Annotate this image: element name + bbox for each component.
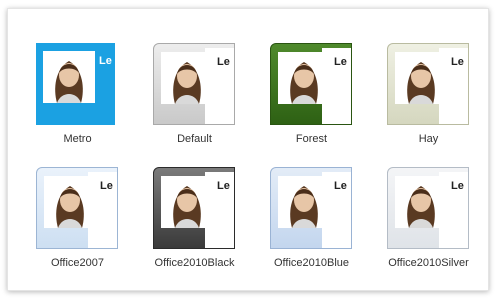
profile-photo <box>161 176 213 228</box>
skin-label: Metro <box>63 133 92 145</box>
skin-preview: Le <box>36 43 118 125</box>
skin-label: Default <box>177 133 212 145</box>
profile-name-text: Le <box>100 180 113 192</box>
skin-metro[interactable]: Le Metro <box>30 33 147 157</box>
profile-name-text: Le <box>451 56 464 68</box>
skin-office2007[interactable]: Le Office2007 <box>30 157 147 281</box>
skin-preview: Le <box>36 167 118 249</box>
skin-label: Hay <box>418 133 439 145</box>
profile-photo <box>278 176 330 228</box>
skin-preview: Le <box>387 167 469 249</box>
profile-photo <box>43 51 95 103</box>
profile-name-text: Le <box>451 180 464 192</box>
profile-photo <box>395 52 447 104</box>
profile-name-text: Le <box>334 56 347 68</box>
profile-photo <box>278 52 330 104</box>
skins-panel: Le Metro Le Default Le Forest Le Hay Le … <box>7 8 489 291</box>
profile-name-text: Le <box>217 180 230 192</box>
skin-preview: Le <box>153 167 235 249</box>
skin-label: Forest <box>295 133 328 145</box>
profile-name-text: Le <box>334 180 347 192</box>
skin-office2010black[interactable]: Le Office2010Black <box>147 157 264 281</box>
profile-name-text: Le <box>99 55 112 67</box>
skin-preview: Le <box>270 43 352 125</box>
skin-label: Office2010Blue <box>273 257 350 269</box>
profile-name-text: Le <box>217 56 230 68</box>
skin-label: Office2010Silver <box>388 257 469 269</box>
profile-photo <box>44 176 96 228</box>
skin-default[interactable]: Le Default <box>147 33 264 157</box>
skin-preview: Le <box>387 43 469 125</box>
skin-label: Office2007 <box>50 257 104 269</box>
profile-photo <box>395 176 447 228</box>
skins-grid: Le Metro Le Default Le Forest Le Hay Le … <box>30 33 498 281</box>
skin-office2010blue[interactable]: Le Office2010Blue <box>264 157 381 281</box>
skin-hay[interactable]: Le Hay <box>381 33 498 157</box>
skin-preview: Le <box>153 43 235 125</box>
profile-photo <box>161 52 213 104</box>
skin-office2010silver[interactable]: Le Office2010Silver <box>381 157 498 281</box>
skin-forest[interactable]: Le Forest <box>264 33 381 157</box>
skin-label: Office2010Black <box>154 257 235 269</box>
skin-preview: Le <box>270 167 352 249</box>
